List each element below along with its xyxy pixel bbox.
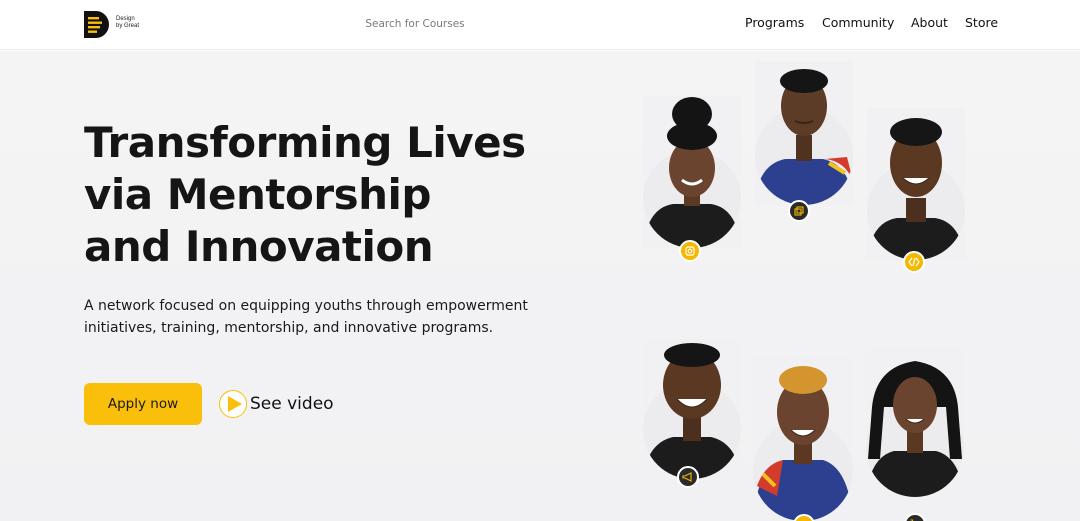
person-photo (866, 347, 964, 497)
see-video-label: See video (250, 394, 334, 414)
hero-title-line: via Mentorship (84, 170, 431, 219)
hero-title: Transforming Lives via Mentorship and In… (84, 117, 554, 273)
logo[interactable]: Design by Great (84, 11, 144, 39)
gallery-icon (788, 200, 810, 222)
nav-store[interactable]: Store (965, 15, 998, 30)
person-photo (755, 61, 853, 205)
logo-text-line1: Design (116, 16, 135, 22)
hero-section: Transforming Lives via Mentorship and In… (0, 51, 1080, 521)
person-photo (643, 96, 741, 248)
portrait-2 (755, 61, 853, 222)
person-photo (867, 108, 965, 260)
portrait-4 (643, 339, 741, 488)
person-photo (753, 356, 853, 521)
portrait-1 (643, 96, 741, 262)
nav-about[interactable]: About (911, 15, 948, 30)
play-icon (219, 390, 247, 418)
hero-title-line: and Innovation (84, 222, 434, 271)
top-navbar: Design by Great Programs Community About… (0, 0, 1080, 50)
search-input[interactable] (330, 12, 500, 36)
apply-now-button[interactable]: Apply now (84, 383, 202, 425)
portrait-5 (753, 356, 853, 521)
logo-text-line2: by Great (116, 23, 140, 29)
person-photo (643, 339, 741, 479)
logo-text: Design by Great (116, 16, 146, 30)
logo-mark-icon (84, 11, 109, 38)
nav-programs[interactable]: Programs (745, 15, 804, 30)
portrait-3 (867, 108, 965, 273)
nav-community[interactable]: Community (822, 15, 894, 30)
hero-title-line: Transforming Lives (84, 118, 526, 167)
portrait-6 (866, 347, 964, 521)
see-video-button[interactable]: See video (219, 389, 334, 419)
megaphone-icon (677, 466, 699, 488)
camera-icon (679, 240, 701, 262)
cart-icon (904, 513, 926, 521)
hero-subtitle: A network focused on equipping youths th… (84, 298, 528, 336)
code-icon (903, 251, 925, 273)
